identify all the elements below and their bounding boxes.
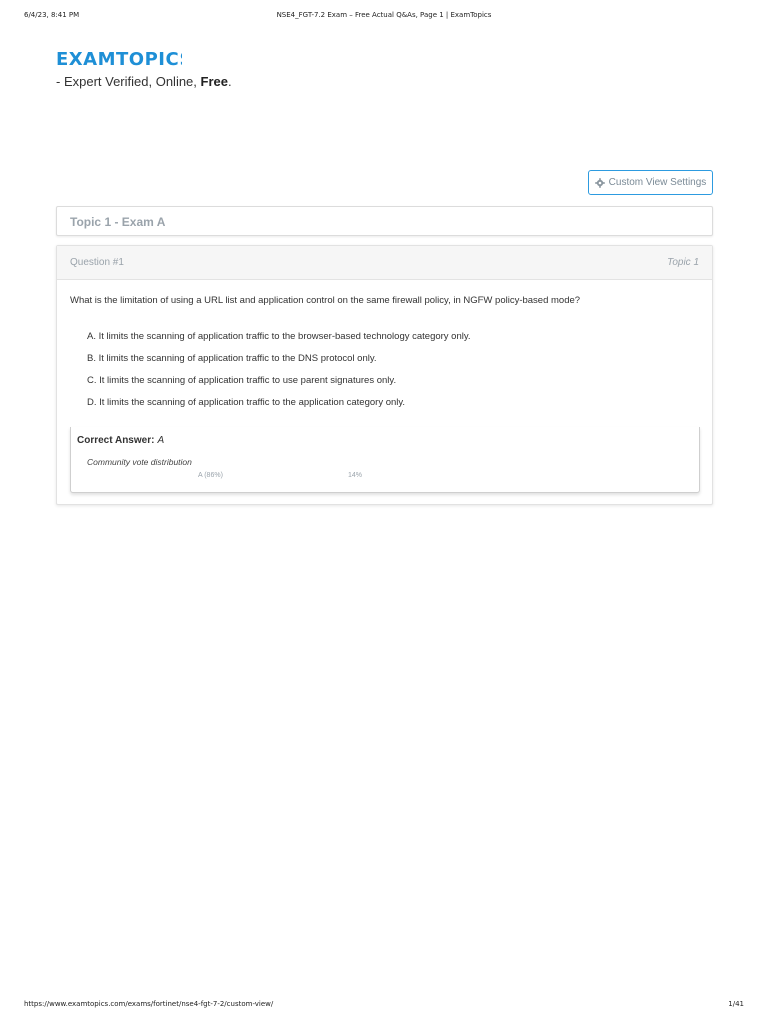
question-header: Question #1 Topic 1 <box>57 246 712 280</box>
vote-label-b: 14% <box>348 472 363 479</box>
print-footer: https://www.examtopics.com/exams/fortine… <box>24 1000 744 1010</box>
logo-text: EXAMTOPICS <box>56 49 182 70</box>
question-number: Question #1 <box>70 257 124 268</box>
choices-list: A. It limits the scanning of application… <box>87 331 471 419</box>
print-page-number: 1/41 <box>728 1000 744 1008</box>
vote-distribution-title: Community vote distribution <box>87 457 192 467</box>
custom-view-settings-label: Custom View Settings <box>608 177 707 188</box>
choice-d[interactable]: D. It limits the scanning of application… <box>87 397 471 419</box>
correct-answer-box: Correct Answer: A Community vote distribu… <box>70 427 700 493</box>
custom-view-settings-button[interactable]: Custom View Settings <box>588 170 713 195</box>
correct-answer-value: A <box>157 435 165 446</box>
print-header: 6/4/23, 8:41 PM NSE4_FGT-7.2 Exam – Free… <box>24 11 744 21</box>
tagline-bold: Free <box>200 74 228 89</box>
print-url: https://www.examtopics.com/exams/fortine… <box>24 1000 274 1008</box>
tagline: - Expert Verified, Online, Free. <box>56 74 232 89</box>
topic-card: Topic 1 - Exam A <box>56 206 713 236</box>
choice-a[interactable]: A. It limits the scanning of application… <box>87 331 471 353</box>
correct-answer-line: Correct Answer: A <box>77 435 164 446</box>
tagline-prefix: - Expert Verified, Online, <box>56 74 201 89</box>
question-card: Question #1 Topic 1 What is the limitati… <box>56 245 713 505</box>
choice-b[interactable]: B. It limits the scanning of application… <box>87 353 471 375</box>
logo-wordmark: EXAMTOPICS <box>56 49 182 70</box>
correct-answer-label: Correct Answer: <box>77 435 155 446</box>
examtopics-logo[interactable]: EXAMTOPICS <box>56 46 182 72</box>
gear-icon <box>594 177 605 188</box>
question-topic: Topic 1 <box>667 257 699 268</box>
vote-label-a: A (86%) <box>198 472 223 479</box>
question-text: What is the limitation of using a URL li… <box>70 295 581 306</box>
print-page-title: NSE4_FGT-7.2 Exam – Free Actual Q&As, Pa… <box>276 11 492 19</box>
tagline-suffix: . <box>227 74 232 89</box>
choice-c[interactable]: C. It limits the scanning of application… <box>87 375 471 397</box>
topic-title: Topic 1 - Exam A <box>70 215 166 229</box>
